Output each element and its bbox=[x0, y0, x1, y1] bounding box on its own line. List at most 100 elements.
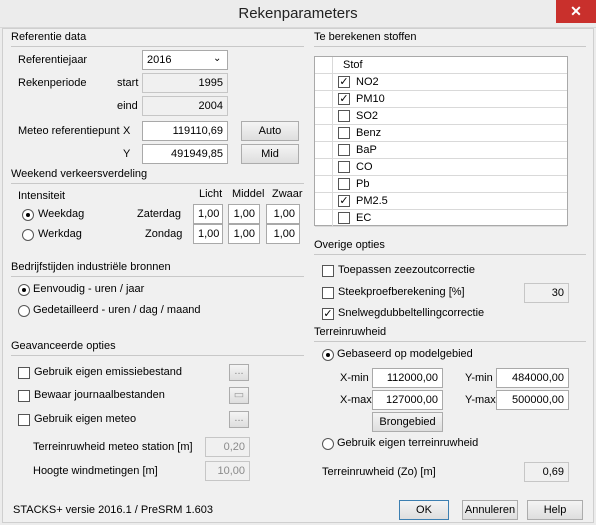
ymin-input[interactable]: 484000,00 bbox=[496, 368, 569, 388]
divider bbox=[11, 46, 304, 47]
meteo-browse-button[interactable]: ... bbox=[229, 411, 249, 428]
stof-row-selector bbox=[315, 91, 333, 108]
weekdag-radio[interactable] bbox=[22, 209, 34, 221]
stof-row-selector bbox=[315, 142, 333, 159]
close-icon: ✕ bbox=[570, 3, 582, 19]
journaal-checkbox[interactable] bbox=[18, 390, 30, 402]
start-field: 1995 bbox=[142, 73, 228, 93]
help-button[interactable]: Help bbox=[527, 500, 583, 520]
stof-checkbox[interactable] bbox=[338, 110, 350, 122]
meteo-referentiepunt-label: Meteo referentiepunt bbox=[18, 125, 120, 137]
werkdag-radio[interactable] bbox=[22, 229, 34, 241]
stof-checkbox[interactable] bbox=[338, 127, 350, 139]
intensiteit-label: Intensiteit bbox=[18, 190, 66, 202]
emissiebestand-label: Gebruik eigen emissiebestand bbox=[34, 366, 182, 378]
stof-checkbox[interactable] bbox=[338, 178, 350, 190]
steekproef-field: 30 bbox=[524, 283, 569, 303]
stof-row-selector bbox=[315, 193, 333, 210]
mid-button[interactable]: Mid bbox=[241, 144, 299, 164]
stof-name: Benz bbox=[356, 127, 382, 139]
stof-row: BaP bbox=[315, 142, 567, 159]
divider bbox=[11, 355, 304, 356]
ymax-input[interactable]: 500000,00 bbox=[496, 390, 569, 410]
divider bbox=[314, 341, 586, 342]
meteo-y-input[interactable]: 491949,85 bbox=[142, 144, 228, 164]
meteo-x-input[interactable]: 119110,69 bbox=[142, 121, 228, 141]
stof-row-selector bbox=[315, 108, 333, 125]
ruwheid-meteo-field: 0,20 bbox=[205, 437, 250, 457]
stof-row: CO bbox=[315, 159, 567, 176]
section-geavanceerd-title: Geavanceerde opties bbox=[11, 340, 116, 352]
stof-checkbox[interactable]: ✓ bbox=[338, 76, 350, 88]
steekproef-checkbox[interactable] bbox=[322, 287, 334, 299]
meteo-label: Gebruik eigen meteo bbox=[34, 413, 137, 425]
eigen-terreinruwheid-radio[interactable] bbox=[322, 438, 334, 450]
eind-label: eind bbox=[117, 100, 138, 112]
zeezout-checkbox[interactable] bbox=[322, 265, 334, 277]
grid-header-corner bbox=[315, 57, 333, 74]
stof-row: ✓ PM2.5 bbox=[315, 193, 567, 210]
col-zwaar-label: Zwaar bbox=[272, 188, 303, 200]
xmin-input[interactable]: 112000,00 bbox=[372, 368, 443, 388]
emissiebestand-browse-button[interactable]: ... bbox=[229, 364, 249, 381]
brongebied-button[interactable]: Brongebied bbox=[372, 412, 443, 432]
zaterdag-middel-input[interactable]: 1,00 bbox=[228, 204, 260, 224]
journaal-label: Bewaar journaalbestanden bbox=[34, 389, 165, 401]
zondag-zwaar-input[interactable]: 1,00 bbox=[266, 224, 300, 244]
stof-row-selector bbox=[315, 159, 333, 176]
weekdag-label: Weekdag bbox=[38, 208, 85, 220]
snelweg-label: Snelwegdubbeltellingcorrectie bbox=[338, 307, 485, 319]
folder-icon: ▭ bbox=[233, 389, 245, 401]
stof-checkbox[interactable] bbox=[338, 144, 350, 156]
zondag-middel-input[interactable]: 1,00 bbox=[228, 224, 260, 244]
close-button[interactable]: ✕ bbox=[556, 0, 596, 23]
eenvoudig-radio[interactable] bbox=[18, 284, 30, 296]
zeezout-label: Toepassen zeezoutcorrectie bbox=[338, 264, 475, 276]
journaal-folder-button[interactable]: ▭ bbox=[229, 387, 249, 404]
hoogte-field: 10,00 bbox=[205, 461, 250, 481]
stof-checkbox[interactable]: ✓ bbox=[338, 93, 350, 105]
section-stoffen-title: Te berekenen stoffen bbox=[314, 31, 417, 43]
meteo-checkbox[interactable] bbox=[18, 414, 30, 426]
zaterdag-licht-input[interactable]: 1,00 bbox=[193, 204, 223, 224]
chevron-down-icon: ⌄ bbox=[213, 53, 222, 64]
divider bbox=[11, 276, 304, 277]
annuleren-button[interactable]: Annuleren bbox=[462, 500, 518, 520]
window-title: Rekenparameters bbox=[238, 5, 358, 22]
zondag-licht-input[interactable]: 1,00 bbox=[193, 224, 223, 244]
referentiejaar-value: 2016 bbox=[147, 54, 172, 66]
zondag-label: Zondag bbox=[145, 228, 183, 240]
emissiebestand-checkbox[interactable] bbox=[18, 367, 30, 379]
ok-button[interactable]: OK bbox=[399, 500, 449, 520]
xmax-input[interactable]: 127000,00 bbox=[372, 390, 443, 410]
stof-row-selector bbox=[315, 210, 333, 227]
divider bbox=[314, 254, 586, 255]
ruwheid-meteo-label: Terreinruwheid meteo station [m] bbox=[33, 441, 193, 453]
grid-header-stof: Stof bbox=[343, 59, 363, 71]
modelgebied-radio[interactable] bbox=[322, 349, 334, 361]
stof-name: EC bbox=[356, 212, 372, 224]
auto-button[interactable]: Auto bbox=[241, 121, 299, 141]
stof-checkbox[interactable]: ✓ bbox=[338, 195, 350, 207]
section-bedrijfstijden-title: Bedrijfstijden industriële bronnen bbox=[11, 261, 171, 273]
gedetailleerd-radio[interactable] bbox=[18, 305, 30, 317]
xmin-label: X-min bbox=[340, 372, 369, 384]
stof-row: ✓ PM10 bbox=[315, 91, 567, 108]
stof-row: Benz bbox=[315, 125, 567, 142]
zaterdag-zwaar-input[interactable]: 1,00 bbox=[266, 204, 300, 224]
xmax-label: X-max bbox=[340, 394, 372, 406]
eind-field: 2004 bbox=[142, 96, 228, 116]
referentiejaar-select[interactable]: 2016 ⌄ bbox=[142, 50, 228, 70]
section-weekend-title: Weekend verkeersverdeling bbox=[11, 168, 148, 180]
stof-name: NO2 bbox=[356, 76, 379, 88]
ymax-label: Y-max bbox=[465, 394, 496, 406]
stof-checkbox[interactable] bbox=[338, 161, 350, 173]
snelweg-checkbox[interactable]: ✓ bbox=[322, 308, 334, 320]
section-terrein-title: Terreinruwheid bbox=[314, 326, 387, 338]
zaterdag-label: Zaterdag bbox=[137, 208, 182, 220]
y-label: Y bbox=[123, 148, 131, 160]
col-licht-label: Licht bbox=[199, 188, 223, 200]
stoffen-grid: Stof ✓ NO2 ✓ PM10 SO2 Benz BaP CO Pb ✓ PM2.5 EC bbox=[314, 56, 568, 227]
stof-row: SO2 bbox=[315, 108, 567, 125]
stof-checkbox[interactable] bbox=[338, 212, 350, 224]
